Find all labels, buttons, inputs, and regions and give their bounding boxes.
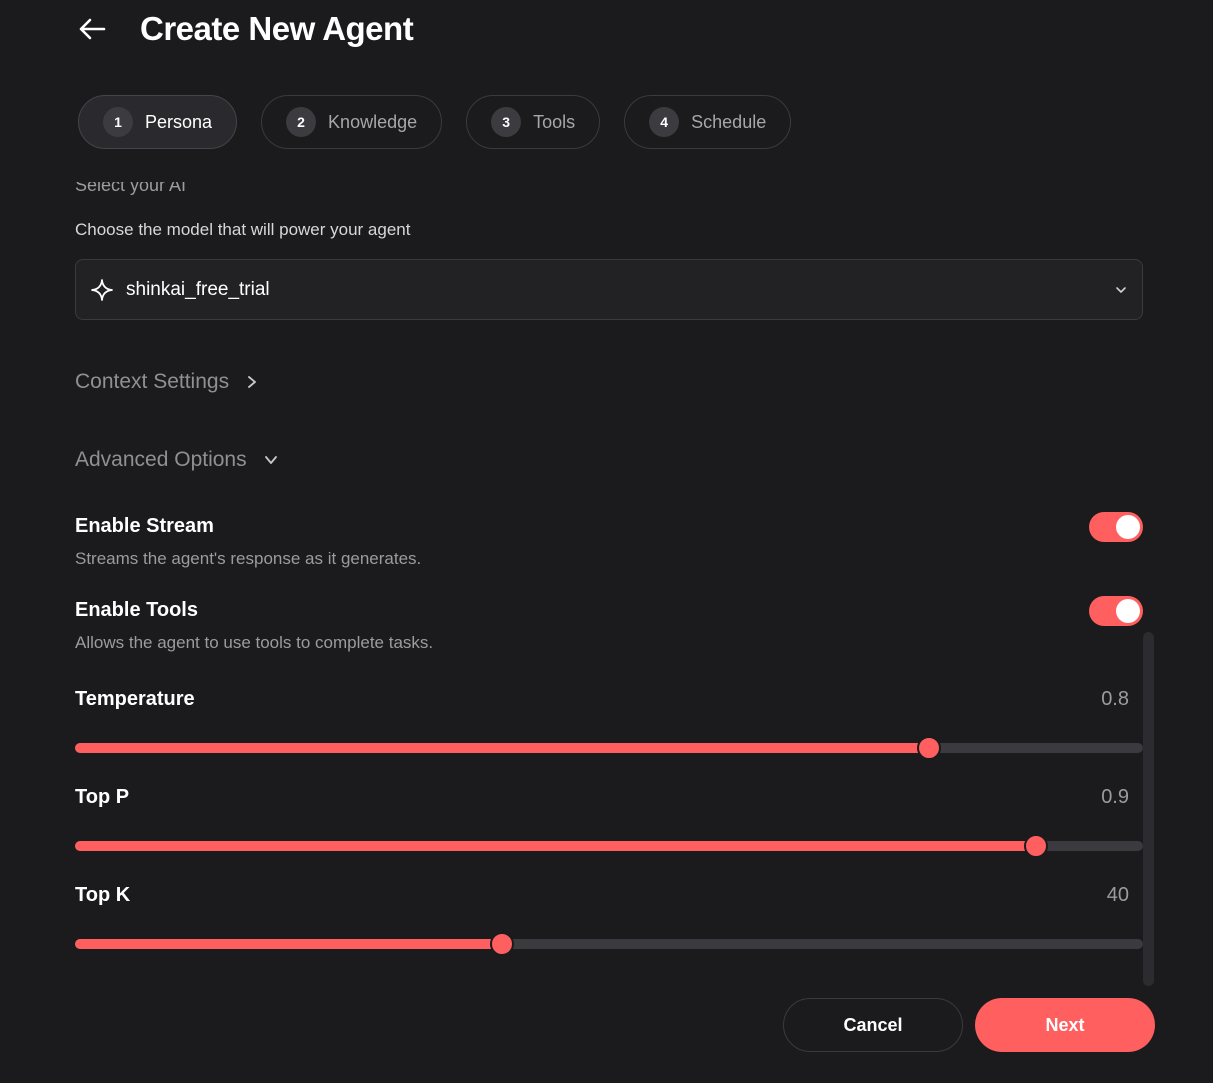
step-label: Persona <box>145 111 213 132</box>
enable-tools-title: Enable Tools <box>75 599 198 621</box>
slider-fill <box>75 939 503 949</box>
advanced-options-toggle[interactable]: Advanced Options <box>75 448 279 472</box>
next-button[interactable]: Next <box>975 998 1155 1052</box>
step-number: 3 <box>491 107 522 137</box>
slider-fill <box>75 743 930 753</box>
context-settings-toggle[interactable]: Context Settings <box>75 370 259 394</box>
chevron-down-icon <box>1114 283 1128 297</box>
advanced-options-label: Advanced Options <box>75 448 247 471</box>
toggle-knob <box>1116 515 1140 539</box>
top-p-value: 0.9 <box>1101 786 1129 808</box>
step-number: 2 <box>286 107 317 137</box>
page-title: Create New Agent <box>140 10 414 47</box>
model-selected-value: shinkai_free_trial <box>126 278 270 300</box>
model-section-label: Select your AI <box>75 182 187 195</box>
slider-fill <box>75 841 1037 851</box>
temperature-value: 0.8 <box>1101 688 1129 710</box>
slider-thumb[interactable] <box>490 932 515 956</box>
enable-tools-description: Allows the agent to use tools to complet… <box>75 633 434 652</box>
slider-thumb[interactable] <box>1024 834 1049 858</box>
tab-tools[interactable]: 3 Tools <box>466 95 601 149</box>
tab-knowledge[interactable]: 2 Knowledge <box>261 95 443 149</box>
step-number: 4 <box>649 107 680 137</box>
step-label: Schedule <box>691 111 767 132</box>
scrollbar[interactable] <box>1143 632 1154 986</box>
model-select[interactable]: shinkai_free_trial <box>75 259 1143 320</box>
step-label: Tools <box>533 111 576 132</box>
temperature-label: Temperature <box>75 688 195 710</box>
sparkle-icon <box>90 278 114 302</box>
top-p-label: Top P <box>75 786 130 808</box>
top-k-value: 40 <box>1106 884 1129 906</box>
temperature-slider[interactable] <box>75 736 1143 760</box>
enable-stream-description: Streams the agent's response as it gener… <box>75 549 422 568</box>
slider-thumb[interactable] <box>917 736 942 760</box>
top-k-slider[interactable] <box>75 932 1143 956</box>
context-settings-label: Context Settings <box>75 370 230 393</box>
persona-form: Select your AI Choose the model that wil… <box>75 182 1143 988</box>
page-header: Create New Agent <box>78 8 414 50</box>
step-label: Knowledge <box>328 111 418 132</box>
chevron-right-icon <box>245 374 259 390</box>
top-k-label: Top K <box>75 884 131 906</box>
enable-stream-title: Enable Stream <box>75 515 214 537</box>
enable-stream-toggle[interactable] <box>1089 512 1143 542</box>
enable-tools-toggle[interactable] <box>1089 596 1143 626</box>
step-number: 1 <box>103 107 133 137</box>
model-description: Choose the model that will power your ag… <box>75 220 411 239</box>
chevron-down-icon <box>263 453 279 467</box>
toggle-knob <box>1116 599 1140 623</box>
tab-schedule[interactable]: 4 Schedule <box>624 95 792 149</box>
top-p-slider[interactable] <box>75 834 1143 858</box>
back-arrow-icon[interactable] <box>78 14 108 44</box>
step-tabs: 1 Persona 2 Knowledge 3 Tools 4 Schedule <box>78 95 792 149</box>
tab-persona[interactable]: 1 Persona <box>78 95 238 149</box>
cancel-button[interactable]: Cancel <box>783 998 963 1052</box>
